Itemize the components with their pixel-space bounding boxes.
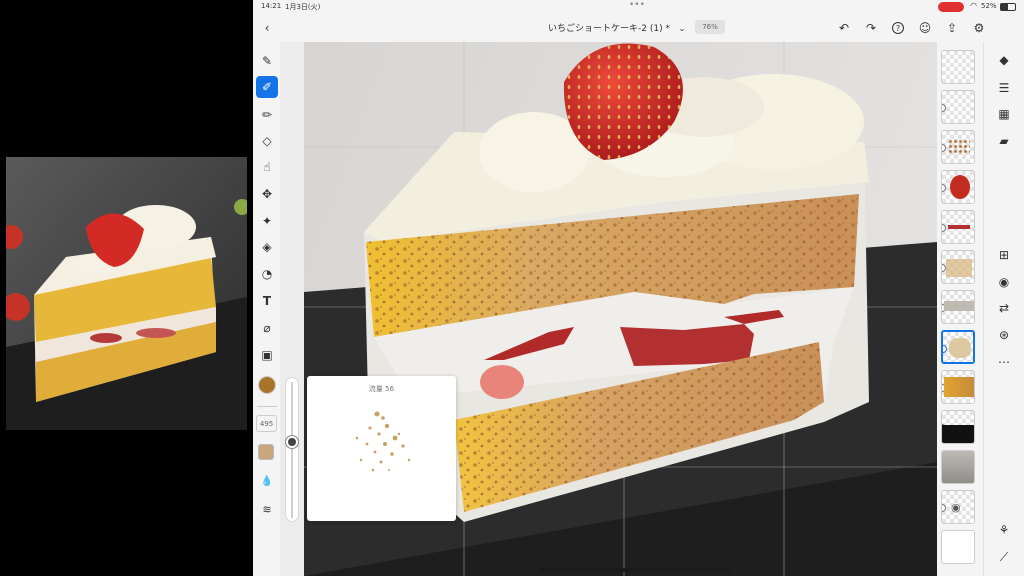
home-indicator[interactable]: [540, 568, 730, 572]
battery-percent: 52%: [981, 2, 997, 10]
layer-thumbnail-background[interactable]: [941, 530, 975, 564]
status-bar: 14:21 1月3日(火) ••• ◠ 52%: [253, 0, 1024, 14]
chevron-down-icon[interactable]: ⌄: [674, 20, 690, 36]
layer-content: [942, 425, 974, 443]
shape-icon[interactable]: ◔: [256, 263, 278, 285]
layer-thumbnail[interactable]: [941, 250, 975, 284]
layer-visibility-dot[interactable]: [942, 184, 946, 192]
eraser-icon[interactable]: ◇: [256, 130, 278, 152]
layer-thumbnail[interactable]: [941, 210, 975, 244]
battery-icon: [1000, 3, 1016, 11]
layer-visibility-dot[interactable]: [942, 144, 946, 152]
layer-content: [948, 225, 970, 229]
transform-icon[interactable]: ⇄: [994, 298, 1014, 318]
layer-content: [942, 451, 974, 483]
brush-size-value[interactable]: 495: [256, 415, 277, 432]
paintbrush-icon[interactable]: ✎: [256, 50, 278, 72]
mask-icon[interactable]: ⊛: [994, 325, 1014, 345]
layer-content: [950, 175, 970, 199]
layer-thumbnail[interactable]: [941, 290, 975, 324]
brush-flow-label: 流量 56: [368, 385, 395, 393]
screen-record-badge[interactable]: [938, 2, 964, 12]
layers-panel: ◉: [937, 42, 983, 576]
share-icon[interactable]: ⇪: [944, 20, 960, 36]
layer-thumbnail-selected[interactable]: [941, 330, 975, 364]
photoshop-app: 14:21 1月3日(火) ••• ◠ 52% ‹ いちごショートケーキ-2 (…: [253, 0, 1024, 576]
document-title[interactable]: いちごショートケーキ-2 (1) *: [548, 21, 670, 34]
slider-track: [291, 382, 293, 518]
more-icon[interactable]: ⋯: [994, 352, 1014, 372]
add-layer-icon[interactable]: ⊞: [994, 245, 1014, 265]
layer-content: [944, 301, 974, 311]
layer-thumbnail[interactable]: [941, 170, 975, 204]
slider-thumb[interactable]: [286, 436, 298, 448]
comment-icon[interactable]: ▰: [994, 131, 1014, 151]
divider: [257, 406, 277, 407]
multitask-dots[interactable]: •••: [629, 0, 645, 10]
layer-visibility-dot[interactable]: [942, 504, 946, 512]
redo-icon[interactable]: ↷: [863, 20, 879, 36]
help-icon[interactable]: ?: [890, 20, 906, 36]
layer-thumbnail[interactable]: [941, 450, 975, 484]
status-time: 14:21: [261, 2, 282, 10]
wifi-icon: ◠: [970, 1, 977, 10]
move-icon[interactable]: ✥: [256, 183, 278, 205]
undo-icon[interactable]: ↶: [836, 20, 852, 36]
tool-bar: ✎ ✐ ✏ ◇ ☝ ✥ ✦ ◈ ◔ T ⌀ ▣ 495 💧 ≋: [253, 42, 280, 576]
visibility-eye-icon[interactable]: ◉: [994, 272, 1014, 292]
ruler-icon[interactable]: ⟋: [994, 547, 1014, 567]
properties-icon[interactable]: ☰: [994, 78, 1014, 98]
text-icon[interactable]: T: [256, 290, 278, 312]
droplet-icon[interactable]: 💧: [256, 470, 278, 492]
brush-flow-popup: 流量 56: [307, 376, 456, 521]
layer-content: [949, 338, 971, 358]
layer-content: [946, 259, 972, 277]
layer-visibility-dot[interactable]: [942, 224, 946, 232]
layer-content: [944, 377, 974, 397]
brush-flow-slider[interactable]: [285, 377, 299, 522]
layer-content: [948, 139, 970, 155]
layer-thumbnail[interactable]: [941, 90, 975, 124]
layer-visibility-dot[interactable]: [942, 104, 946, 112]
grid-icon[interactable]: ▦: [994, 104, 1014, 124]
settings-icon[interactable]: ⚘: [994, 520, 1014, 540]
fill-icon[interactable]: ◈: [256, 236, 278, 258]
brush-settings-icon[interactable]: ≋: [256, 498, 278, 520]
magic-wand-icon[interactable]: ✦: [256, 210, 278, 232]
status-date: 1月3日(火): [285, 3, 321, 11]
top-bar: ‹ いちごショートケーキ-2 (1) * ⌄ 76% ↶ ↷ ? ☺ ⇪ ⚙: [253, 14, 1024, 42]
reference-photo: [6, 157, 247, 430]
reference-photo-area: [0, 0, 253, 576]
smudge-icon[interactable]: ☝: [256, 156, 278, 178]
settings-gear-icon[interactable]: ⚙: [971, 20, 987, 36]
right-panel: ◆ ☰ ▦ ▰ ⊞ ◉ ⇄ ⊛ ⋯ ⚘ ⟋: [983, 42, 1024, 576]
image-icon[interactable]: ▣: [256, 344, 278, 366]
layer-thumbnail[interactable]: [941, 410, 975, 444]
brush-preview: [355, 411, 411, 472]
layers-icon[interactable]: ◆: [994, 50, 1014, 70]
zoom-level[interactable]: 76%: [695, 20, 725, 34]
layer-visibility-dot[interactable]: [943, 345, 947, 353]
hidden-layer-eye-icon: ◉: [951, 501, 961, 514]
eyedropper-icon[interactable]: ⌀: [256, 317, 278, 339]
layer-thumbnail[interactable]: [941, 50, 975, 84]
layer-thumbnail[interactable]: ◉: [941, 490, 975, 524]
layer-thumbnail[interactable]: [941, 130, 975, 164]
pixel-brush-icon[interactable]: ✏: [256, 104, 278, 126]
invite-user-icon[interactable]: ☺: [917, 20, 933, 36]
reference-cake-image: [6, 157, 247, 430]
layer-thumbnail[interactable]: [941, 370, 975, 404]
color-swatch[interactable]: [258, 376, 276, 394]
pencil-brush-icon[interactable]: ✐: [256, 76, 278, 98]
chevron-left-icon[interactable]: ‹: [259, 20, 275, 36]
brush-preset-swatch[interactable]: [258, 444, 274, 460]
